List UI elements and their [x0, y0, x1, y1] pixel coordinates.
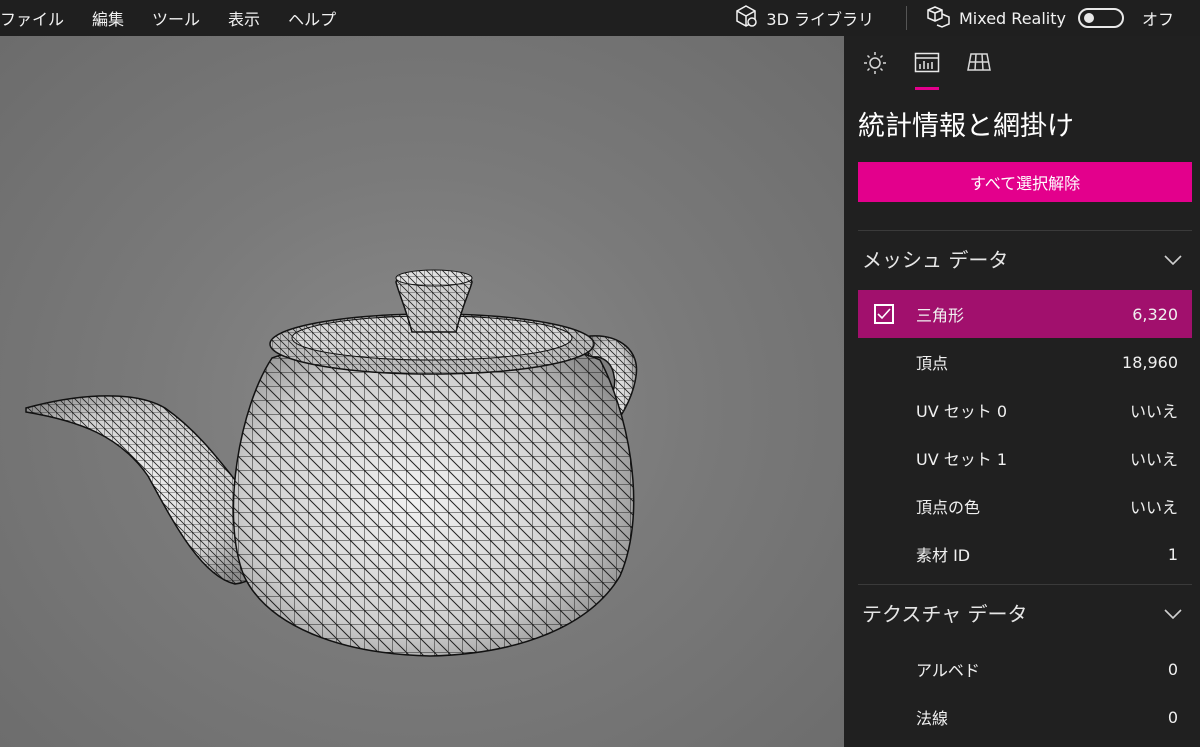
row-label: 三角形 [916, 306, 965, 325]
sun-icon [863, 50, 887, 90]
chevron-down-icon [1164, 246, 1182, 270]
mesh-section-header[interactable]: メッシュ データ [862, 243, 1182, 273]
toolbar-right: 3D ライブラリ Mixed Reality オフ [734, 0, 1200, 36]
menu-view[interactable]: 表示 [214, 0, 274, 36]
row-value: 18,960 [1122, 352, 1178, 372]
mixed-reality-label: Mixed Reality [958, 8, 1066, 28]
mesh-section-title: メッシュ データ [862, 247, 1009, 272]
menu-edit[interactable]: 編集 [78, 0, 138, 36]
panel-tabs [858, 50, 996, 90]
checkmark-icon [877, 308, 891, 320]
texture-row-albedo: アルベド 0 [858, 645, 1192, 693]
checkbox-triangles[interactable] [874, 304, 894, 324]
row-label: 法線 [916, 709, 949, 728]
panel-title: 統計情報と網掛け [858, 111, 1074, 142]
3d-viewport[interactable] [0, 36, 844, 747]
row-label: 頂点 [916, 354, 949, 373]
row-value: いいえ [1129, 402, 1178, 421]
section-divider [858, 584, 1192, 585]
mesh-row-uv0: UV セット 0 いいえ [858, 386, 1192, 434]
row-label: UV セット 1 [916, 450, 1008, 469]
menu-file[interactable]: ファイル [0, 0, 78, 36]
3d-library-button[interactable]: 3D ライブラリ [734, 4, 906, 32]
mixed-reality-icon [927, 4, 951, 32]
mesh-row-uv1: UV セット 1 いいえ [858, 434, 1192, 482]
toolbar-separator [905, 6, 907, 30]
row-value: 0 [1167, 707, 1178, 727]
menu-bar: ファイル 編集 ツール 表示 ヘルプ 3D ライブラリ Mixed Realit… [0, 0, 1200, 36]
texture-section-header[interactable]: テクスチャ データ [862, 597, 1182, 627]
grid-icon [966, 50, 992, 90]
texture-row-normal: 法線 0 [858, 693, 1192, 741]
mesh-row-triangles[interactable]: 三角形 6,320 [858, 290, 1192, 338]
row-label: UV セット 0 [916, 402, 1008, 421]
deselect-all-button[interactable]: すべて選択解除 [858, 162, 1192, 202]
stats-icon [914, 50, 940, 90]
row-value: 0 [1167, 659, 1178, 679]
tab-grid[interactable] [962, 50, 996, 90]
mesh-row-vertices: 頂点 18,960 [858, 338, 1192, 386]
teapot-model [25, 269, 638, 657]
tab-statistics[interactable] [910, 50, 944, 90]
menu-tools[interactable]: ツール [138, 0, 214, 36]
cube-icon [734, 4, 758, 32]
row-value: 1 [1167, 544, 1178, 564]
texture-section-title: テクスチャ データ [862, 601, 1028, 626]
row-label: 頂点の色 [916, 498, 981, 517]
section-divider [858, 230, 1192, 231]
main-menu: ファイル 編集 ツール 表示 ヘルプ [0, 0, 350, 36]
menu-help[interactable]: ヘルプ [274, 0, 350, 36]
row-value: 6,320 [1132, 304, 1178, 324]
3d-library-label: 3D ライブラリ [766, 10, 874, 29]
row-label: アルベド [916, 661, 980, 680]
mixed-reality-toggle[interactable] [1077, 8, 1124, 28]
mixed-reality-control: Mixed Reality オフ [927, 4, 1200, 32]
toggle-state-label: オフ [1141, 10, 1174, 29]
stats-panel: 統計情報と網掛け すべて選択解除 メッシュ データ 三角形 6,320 頂点 1… [844, 36, 1200, 747]
row-label: 素材 ID [916, 546, 971, 565]
toggle-knob [1083, 13, 1094, 23]
mesh-row-vertex-colors: 頂点の色 いいえ [858, 482, 1192, 530]
row-value: いいえ [1129, 498, 1178, 517]
tab-lighting[interactable] [858, 50, 892, 90]
row-value: いいえ [1129, 450, 1178, 469]
chevron-down-icon [1164, 600, 1182, 624]
mesh-row-material-id: 素材 ID 1 [858, 530, 1192, 578]
